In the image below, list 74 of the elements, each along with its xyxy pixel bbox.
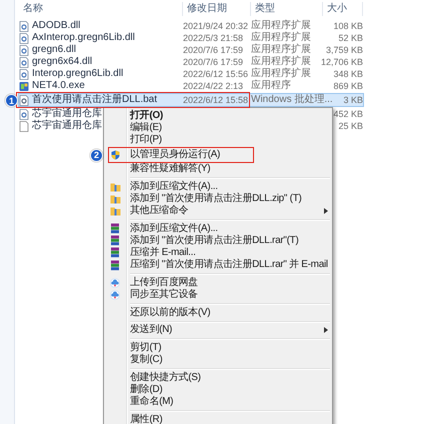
file-type: 应用程序扩展 — [251, 44, 311, 56]
file-name: 首次使用请点击注册DLL.bat — [32, 94, 158, 106]
file-size: 348 KB — [333, 68, 363, 80]
menu-item[interactable]: 压缩并 E-mail... — [104, 246, 332, 260]
books-icon — [110, 260, 120, 271]
file-name: gregn6x64.dll — [32, 56, 92, 68]
column-heading[interactable]: 修改日期 — [183, 2, 251, 16]
books-icon — [110, 235, 120, 246]
menu-item[interactable]: 添加到 "首次使用请点击注册DLL.zip" (T) — [104, 192, 332, 205]
menu-item[interactable]: 重命名(M) — [104, 396, 332, 408]
menu-item[interactable]: 以管理员身份运行(A) — [104, 148, 332, 161]
cloud-icon — [110, 290, 120, 300]
file-name: 芯宇宙通用仓库 — [32, 108, 102, 120]
books-icon — [110, 247, 120, 258]
file-type: 应用程序扩展 — [251, 20, 311, 32]
menu-item[interactable]: 删除(D) — [104, 384, 332, 396]
shield-icon — [110, 150, 120, 160]
file-size: 12,706 KB — [320, 56, 363, 68]
modified-date: 2022/6/12 15:56 — [183, 68, 250, 80]
column-heading[interactable]: 类型 — [251, 2, 323, 16]
submenu-arrow-icon — [324, 327, 328, 334]
file-size: 108 KB — [333, 20, 363, 32]
file-name: 芯宇宙通用仓库 — [32, 120, 102, 132]
menu-item[interactable]: 创建快捷方式(S) — [104, 372, 332, 384]
modified-date: 2022/5/3 21:58 — [183, 32, 244, 44]
modified-date: 2022/6/12 15:58 — [183, 94, 250, 106]
file-type: 应用程序扩展 — [251, 56, 311, 68]
file-name: ADODB.dll — [32, 20, 80, 32]
column-heading[interactable]: 名称 — [19, 2, 183, 16]
menu-item[interactable]: 同步至其它设备 — [104, 288, 332, 302]
modified-date: 2020/7/6 17:59 — [183, 56, 244, 68]
menu-item[interactable]: 剪切(T) — [104, 342, 332, 354]
file-size: 3,759 KB — [326, 44, 363, 56]
archive-folder-icon — [110, 206, 120, 216]
cloud-icon — [110, 278, 120, 288]
callout-badge: 2 — [90, 148, 103, 162]
blank-file-icon — [19, 120, 29, 132]
menu-item[interactable]: 属性(R) — [104, 414, 332, 424]
file-type: Windows 批处理... — [251, 94, 333, 106]
submenu-arrow-icon — [324, 208, 328, 214]
app-icon — [19, 80, 29, 92]
file-type: 应用程序扩展 — [251, 32, 311, 44]
menu-item[interactable]: 添加到压缩文件(A)... — [104, 222, 332, 235]
menu-item[interactable]: 上传到百度网盘 — [104, 276, 332, 289]
menu-item[interactable]: 兼容性疑难解答(Y) — [104, 162, 332, 175]
file-type: 应用程序扩展 — [251, 68, 311, 80]
column-heading[interactable]: 大小 — [323, 2, 363, 16]
menu-item[interactable]: 其他压缩命令 — [104, 204, 332, 217]
modified-date: 2021/9/24 20:32 — [183, 20, 250, 32]
menu-item[interactable]: 添加到压缩文件(A)... — [104, 180, 332, 193]
file-name: Interop.gregn6Lib.dll — [32, 68, 124, 80]
file-name: NET4.0.exe — [32, 80, 85, 92]
menu-item[interactable]: 还原以前的版本(V) — [104, 306, 332, 319]
menu-item[interactable]: 打印(P) — [104, 134, 332, 147]
menu-item[interactable]: 添加到 "首次使用请点击注册DLL.rar"(T) — [104, 234, 332, 247]
menu-item[interactable]: 复制(C) — [104, 354, 332, 366]
file-name: gregn6.dll — [32, 44, 76, 56]
file-size: 3 KB — [343, 94, 363, 106]
menu-item[interactable]: 编辑(E) — [104, 122, 332, 134]
file-size: 452 KB — [333, 108, 363, 120]
file-size: 52 KB — [338, 32, 363, 44]
menu-item[interactable]: 发送到(N) — [104, 324, 332, 336]
file-size: 869 KB — [333, 80, 363, 92]
file-name: AxInterop.gregn6Lib.dll — [32, 32, 135, 44]
modified-date: 2022/4/22 2:13 — [183, 80, 244, 92]
archive-folder-icon — [110, 182, 120, 192]
file-size: 25 KB — [338, 120, 363, 132]
modified-date: 2020/7/6 17:59 — [183, 44, 244, 56]
file-type: 应用程序 — [251, 80, 291, 92]
books-icon — [110, 223, 120, 234]
archive-folder-icon — [110, 194, 120, 204]
menu-item[interactable]: 压缩到 "首次使用请点击注册DLL.rar" 并 E-mail — [104, 259, 332, 272]
selected-file-row[interactable]: 首次使用请点击注册DLL.bat 2022/6/12 15:58 Windows 批处理... 3 KB — [19, 94, 363, 106]
menu-item[interactable]: 打开(O) — [104, 110, 332, 122]
